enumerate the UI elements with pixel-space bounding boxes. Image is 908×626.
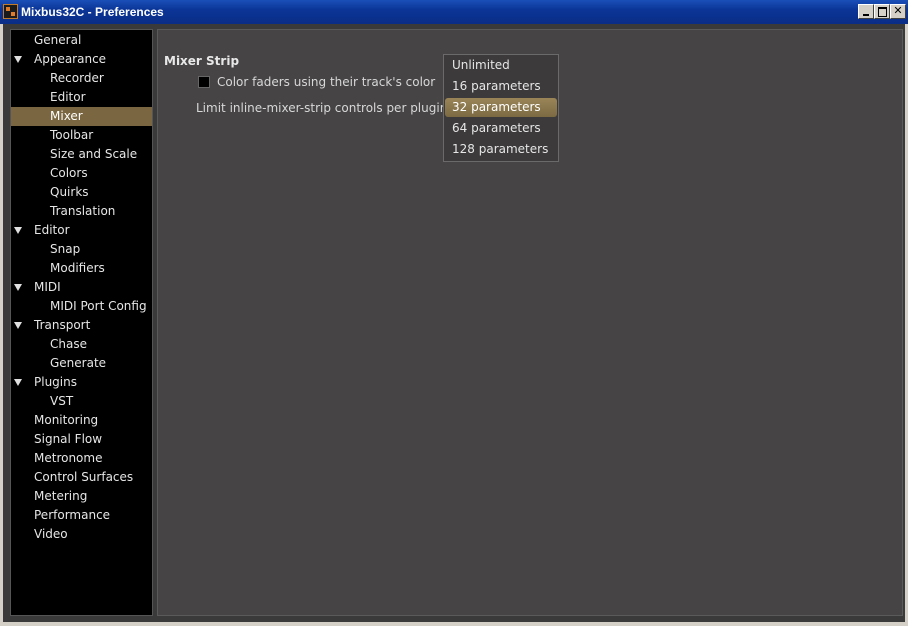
expander-triangle-icon[interactable] xyxy=(14,379,22,386)
sidebar-item-label: Transport xyxy=(34,318,91,332)
sidebar-item-label: Metering xyxy=(34,489,88,503)
sidebar-item-general[interactable]: General xyxy=(11,31,152,50)
sidebar-item-midi-port-config[interactable]: MIDI Port Config xyxy=(11,297,152,316)
sidebar-item-label: Colors xyxy=(50,166,88,180)
sidebar-item-label: MIDI Port Config xyxy=(50,299,147,313)
sidebar-item-signal-flow[interactable]: Signal Flow xyxy=(11,430,152,449)
sidebar-item-monitoring[interactable]: Monitoring xyxy=(11,411,152,430)
sidebar-item-recorder[interactable]: Recorder xyxy=(11,69,152,88)
limit-controls-dropdown[interactable]: Unlimited 16 parameters 32 parameters 64 pa… xyxy=(443,54,559,162)
sidebar-item-editor[interactable]: Editor xyxy=(11,88,152,107)
window-title: Mixbus32C - Preferences xyxy=(21,5,164,19)
app-icon xyxy=(3,4,18,19)
sidebar-item-colors[interactable]: Colors xyxy=(11,164,152,183)
sidebar-item-plugins[interactable]: Plugins xyxy=(11,373,152,392)
window-bottom-border xyxy=(0,622,908,626)
sidebar-item-appearance[interactable]: Appearance xyxy=(11,50,152,69)
close-button[interactable]: ✕ xyxy=(890,4,906,19)
title-bar[interactable]: Mixbus32C - Preferences ✕ xyxy=(0,0,908,24)
sidebar-item-vst[interactable]: VST xyxy=(11,392,152,411)
sidebar-item-label: General xyxy=(34,33,82,47)
sidebar-item-label: Chase xyxy=(50,337,87,351)
sidebar-item-snap[interactable]: Snap xyxy=(11,240,152,259)
expander-triangle-icon[interactable] xyxy=(14,322,22,329)
sidebar-item-quirks[interactable]: Quirks xyxy=(11,183,152,202)
sidebar-item-video[interactable]: Video xyxy=(11,525,152,544)
color-faders-checkbox[interactable] xyxy=(198,76,210,88)
sidebar-item-label: VST xyxy=(50,394,74,408)
sidebar-item-metering[interactable]: Metering xyxy=(11,487,152,506)
sidebar-item-transport[interactable]: Transport xyxy=(11,316,152,335)
sidebar-item-control-surfaces[interactable]: Control Surfaces xyxy=(11,468,152,487)
dropdown-option[interactable]: 64 parameters xyxy=(445,119,557,138)
sidebar-item-label: Performance xyxy=(34,508,111,522)
sidebar-item-mixer[interactable]: Mixer xyxy=(11,107,152,126)
sidebar-item-label: Quirks xyxy=(50,185,89,199)
dropdown-option[interactable]: 32 parameters xyxy=(445,98,557,117)
sidebar-item-label: Editor xyxy=(50,90,86,104)
sidebar-item-label: Editor xyxy=(34,223,70,237)
sidebar-item-label: Generate xyxy=(50,356,107,370)
sidebar-item-label: Recorder xyxy=(50,71,104,85)
dropdown-option[interactable]: 128 parameters xyxy=(445,140,557,159)
sidebar-item-label: Metronome xyxy=(34,451,103,465)
sidebar-item-label: MIDI xyxy=(34,280,61,294)
sidebar-item-size-and-scale[interactable]: Size and Scale xyxy=(11,145,152,164)
minimize-button[interactable] xyxy=(858,4,874,19)
sidebar-item-chase[interactable]: Chase xyxy=(11,335,152,354)
sidebar-item-modifiers[interactable]: Modifiers xyxy=(11,259,152,278)
sidebar-item-metronome[interactable]: Metronome xyxy=(11,449,152,468)
sidebar-item-label: Video xyxy=(34,527,68,541)
sidebar-item-label: Modifiers xyxy=(50,261,105,275)
sidebar-item-label: Monitoring xyxy=(34,413,99,427)
sidebar-item-label: Translation xyxy=(50,204,116,218)
sidebar-item-toolbar[interactable]: Toolbar xyxy=(11,126,152,145)
sidebar-item-generate[interactable]: Generate xyxy=(11,354,152,373)
sidebar-item-label: Control Surfaces xyxy=(34,470,134,484)
sidebar-item-label: Plugins xyxy=(34,375,77,389)
sidebar-item-label: Appearance xyxy=(34,52,107,66)
color-faders-label[interactable]: Color faders using their track's color xyxy=(217,75,435,89)
limit-controls-label: Limit inline-mixer-strip controls per pl… xyxy=(196,101,452,115)
sidebar-item-label: Size and Scale xyxy=(50,147,138,161)
sidebar-item-label: Toolbar xyxy=(50,128,94,142)
maximize-button[interactable] xyxy=(874,4,890,19)
sidebar-item-label: Signal Flow xyxy=(34,432,103,446)
dropdown-option[interactable]: 16 parameters xyxy=(445,77,557,96)
sidebar-item-label: Snap xyxy=(50,242,81,256)
dropdown-option[interactable]: Unlimited xyxy=(445,56,557,75)
sidebar-item-performance[interactable]: Performance xyxy=(11,506,152,525)
sidebar-item-editor[interactable]: Editor xyxy=(11,221,152,240)
preferences-sidebar: General Appearance Recorder Editor Mixer Tool… xyxy=(10,29,153,616)
section-title: Mixer Strip xyxy=(164,54,240,68)
expander-triangle-icon[interactable] xyxy=(14,227,22,234)
expander-triangle-icon[interactable] xyxy=(14,56,22,63)
sidebar-item-midi[interactable]: MIDI xyxy=(11,278,152,297)
expander-triangle-icon[interactable] xyxy=(14,284,22,291)
sidebar-item-translation[interactable]: Translation xyxy=(11,202,152,221)
sidebar-item-label: Mixer xyxy=(50,109,83,123)
